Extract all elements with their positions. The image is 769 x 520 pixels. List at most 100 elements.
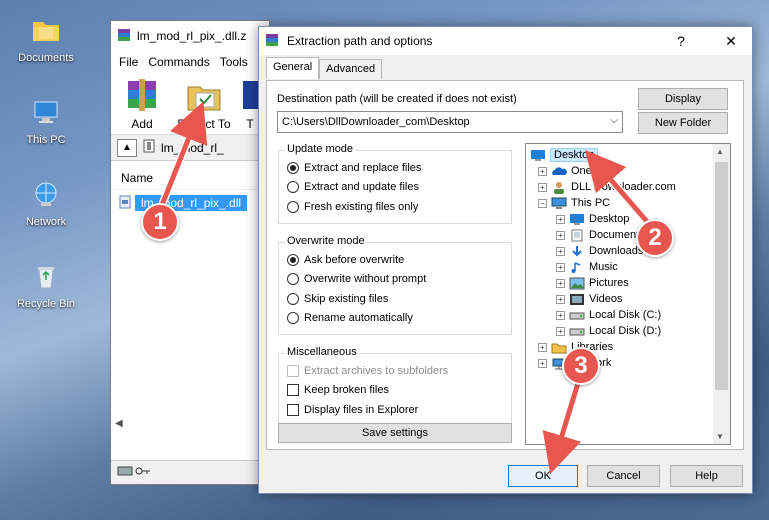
expander-icon[interactable]: +	[556, 294, 565, 304]
tree-item-label: Downloads	[589, 245, 644, 257]
file-row[interactable]: lm_mod_rl_pix_.dll	[119, 194, 269, 212]
close-icon: ✕	[725, 32, 737, 49]
network-icon	[28, 176, 64, 212]
radio-button[interactable]	[287, 312, 299, 324]
tree-item-label: This PC	[571, 197, 611, 209]
dll-file-icon	[119, 195, 131, 212]
desktop-icon-label: Recycle Bin	[16, 298, 76, 310]
expander-icon[interactable]: +	[556, 278, 565, 288]
desktop-icon-recycle-bin[interactable]: Recycle Bin	[6, 258, 86, 310]
column-header-name[interactable]: Name	[111, 166, 269, 190]
tree-item[interactable]: − This PC	[538, 195, 610, 211]
radio-button[interactable]	[287, 201, 299, 213]
desktop-icon-network[interactable]: Network	[6, 176, 86, 228]
checkbox[interactable]	[287, 404, 299, 416]
tree-item-label: Desktop	[589, 213, 630, 225]
tree-item[interactable]: + Videos	[556, 291, 622, 307]
desktop-icon	[569, 213, 585, 226]
drive-key-icon	[117, 465, 151, 480]
up-folder-button[interactable]: ▲	[117, 138, 137, 157]
scroll-down-icon: ▼	[716, 432, 724, 441]
radio-button[interactable]	[287, 273, 299, 285]
chevron-down-icon: ⌵	[610, 115, 618, 126]
tree-item-label: Videos	[589, 293, 623, 305]
horizontal-scrollbar[interactable]: ◀	[111, 416, 269, 430]
music-icon	[569, 261, 585, 274]
check-display-in-explorer[interactable]: Display files in Explorer	[287, 404, 418, 416]
expander-icon[interactable]: −	[538, 198, 547, 208]
tree-item[interactable]: + Local Disk (D:)	[556, 323, 661, 339]
check-extract-to-subfolders[interactable]: Extract archives to subfolders	[287, 365, 448, 377]
scroll-left-icon: ◀	[115, 417, 123, 429]
new-folder-button[interactable]: New Folder	[638, 112, 728, 134]
radio-overwrite-without-prompt[interactable]: Overwrite without prompt	[287, 273, 426, 285]
winrar-title: lm_mod_rl_pix_.dll.z	[137, 29, 247, 43]
expander-icon[interactable]: +	[556, 214, 565, 224]
radio-button[interactable]	[287, 254, 299, 266]
tree-item-label: Pictures	[589, 277, 629, 289]
extract-to-button[interactable]: Extract To	[175, 77, 233, 134]
tree-item[interactable]: + Pictures	[556, 275, 629, 291]
expander-icon[interactable]: +	[556, 230, 565, 240]
tree-item[interactable]: + Local Disk (C:)	[556, 307, 661, 323]
radio-button[interactable]	[287, 181, 299, 193]
scroll-thumb[interactable]	[715, 162, 728, 390]
save-settings-button[interactable]: Save settings	[278, 423, 512, 443]
radio-button[interactable]	[287, 162, 299, 174]
expander-icon[interactable]: +	[556, 326, 565, 336]
tree-item[interactable]: + Music	[556, 259, 618, 275]
update-mode-title: Update mode	[285, 143, 356, 155]
expander-icon[interactable]: +	[556, 246, 565, 256]
display-button[interactable]: Display	[638, 88, 728, 110]
radio-ask-before-overwrite[interactable]: Ask before overwrite	[287, 254, 404, 266]
tab-advanced[interactable]: Advanced	[319, 59, 383, 79]
winrar-window: lm_mod_rl_pix_.dll.z File Commands Tools…	[110, 20, 270, 485]
radio-extract-replace[interactable]: Extract and replace files	[287, 162, 421, 174]
close-button[interactable]: ✕	[710, 27, 752, 55]
expander-icon[interactable]: +	[538, 182, 547, 192]
checkbox[interactable]	[287, 384, 299, 396]
tree-item[interactable]: + OneDrive	[538, 163, 617, 179]
ok-button[interactable]: OK	[508, 465, 578, 487]
test-button[interactable]: T	[241, 77, 259, 134]
radio-skip-existing[interactable]: Skip existing files	[287, 293, 388, 305]
radio-extract-update[interactable]: Extract and update files	[287, 181, 419, 193]
winrar-menubar: File Commands Tools	[111, 51, 269, 73]
up-arrow-icon: ▲	[122, 142, 132, 153]
tree-item[interactable]: + Documents	[556, 227, 645, 243]
cancel-button[interactable]: Cancel	[587, 465, 660, 487]
tree-vertical-scrollbar[interactable]: ▲ ▼	[713, 144, 730, 444]
tree-item-label: Desktop	[550, 148, 599, 162]
overwrite-mode-group: Overwrite mode Ask before overwrite Over…	[278, 235, 512, 335]
menu-file[interactable]: File	[119, 55, 138, 69]
test-label: T	[246, 117, 254, 131]
menu-tools[interactable]: Tools	[220, 55, 248, 69]
radio-button[interactable]	[287, 293, 299, 305]
expander-icon[interactable]: +	[538, 358, 547, 368]
radio-rename-automatically[interactable]: Rename automatically	[287, 312, 413, 324]
dialog-app-icon	[265, 33, 279, 50]
expander-icon[interactable]: +	[556, 310, 565, 320]
folder-tree[interactable]: Desktop + OneDrive + DLL Downloader.com − This…	[525, 143, 731, 445]
recycle-bin-icon	[28, 258, 64, 294]
help-title-button[interactable]: ?	[660, 27, 702, 55]
expander-icon[interactable]: +	[538, 342, 547, 352]
destination-path-combo[interactable]: C:\Users\DllDownloader_com\Desktop ⌵	[277, 111, 623, 133]
extraction-dialog: Extraction path and options ? ✕ General …	[258, 26, 753, 494]
add-button[interactable]: Add	[117, 77, 167, 134]
menu-commands[interactable]: Commands	[148, 55, 209, 69]
desktop-icon-documents[interactable]: Documents	[6, 12, 86, 64]
expander-icon[interactable]: +	[538, 166, 547, 176]
tree-item[interactable]: + Desktop	[556, 211, 629, 227]
expander-icon[interactable]: +	[556, 262, 565, 272]
tree-item[interactable]: + Downloads	[556, 243, 643, 259]
help-button[interactable]: Help	[670, 465, 743, 487]
check-keep-broken-files[interactable]: Keep broken files	[287, 384, 389, 396]
tab-general[interactable]: General	[266, 57, 320, 79]
desktop-icon-this-pc[interactable]: This PC	[6, 94, 86, 146]
tree-item[interactable]: + DLL Downloader.com	[538, 179, 676, 195]
address-path[interactable]: lm_mod_rl_	[161, 141, 224, 155]
tree-item[interactable]: Desktop	[530, 147, 599, 163]
radio-fresh-existing[interactable]: Fresh existing files only	[287, 201, 418, 213]
checkbox[interactable]	[287, 365, 299, 377]
